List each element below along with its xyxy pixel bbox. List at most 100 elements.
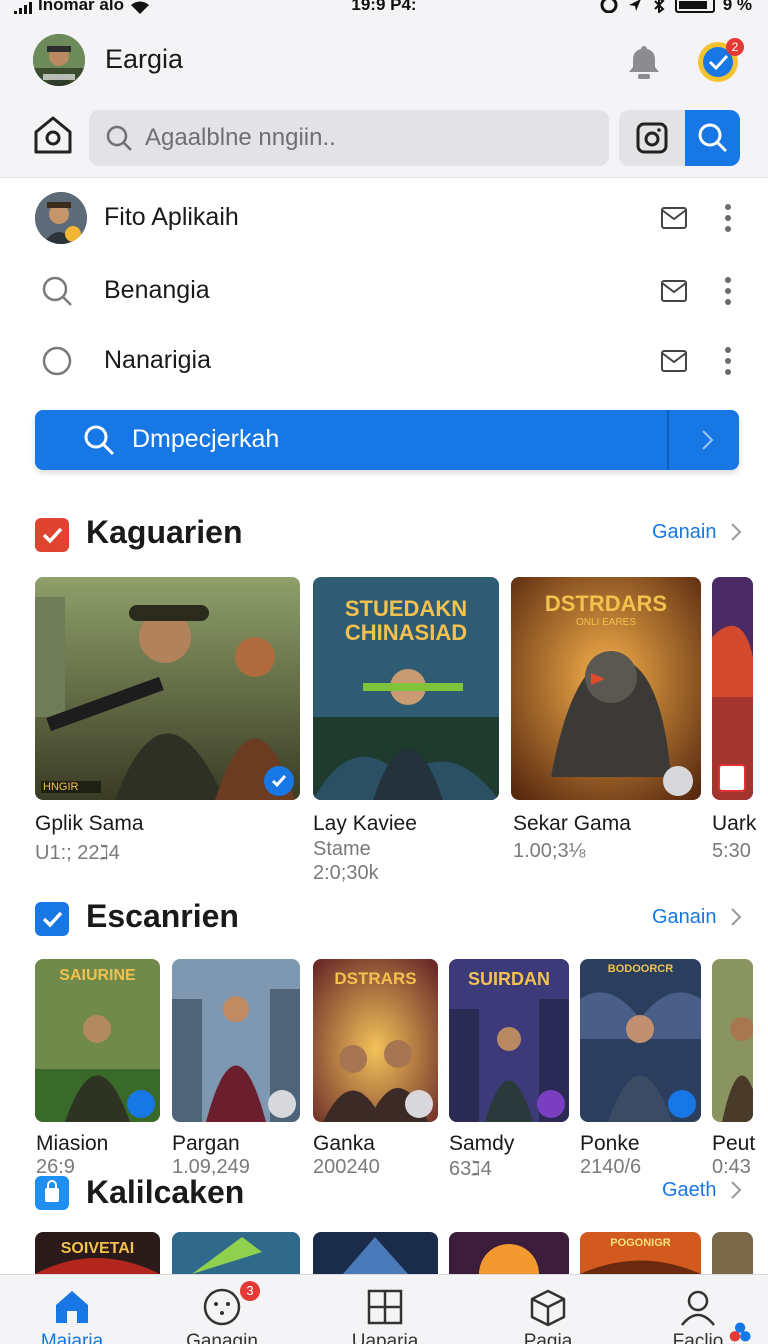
nav-item-profile[interactable]: Faclio	[638, 1275, 758, 1344]
mail-icon[interactable]	[660, 348, 688, 374]
game-title: Uark	[712, 812, 757, 835]
mail-icon[interactable]	[660, 278, 688, 304]
search-submit-button[interactable]	[685, 110, 740, 166]
home-icon	[56, 1291, 88, 1323]
chevron-right-icon[interactable]	[729, 907, 743, 927]
game-title: Samdy	[449, 1132, 515, 1155]
at-icon	[600, 0, 618, 13]
bluetooth-icon	[653, 0, 665, 13]
chevron-right-icon[interactable]	[729, 522, 743, 542]
notification-button[interactable]: 2	[696, 38, 744, 84]
more-vertical-icon[interactable]	[720, 201, 736, 235]
circle-icon	[42, 346, 72, 376]
verified-badge-icon	[264, 766, 294, 796]
verified-badge-icon	[668, 1090, 696, 1118]
primary-search-button[interactable]: Dmpecjerkah	[35, 410, 739, 470]
game-title: Pargan	[172, 1132, 240, 1155]
more-vertical-icon[interactable]	[720, 344, 736, 378]
nav-label: Uaparia	[351, 1331, 419, 1344]
status-bar: Inomar alo 19:9 P4: 9 %	[0, 0, 768, 15]
game-title: Gplik Sama	[35, 812, 144, 835]
game-cover[interactable]: SUIRDAN	[449, 959, 569, 1122]
chevron-right-icon[interactable]	[729, 1180, 743, 1200]
primary-action-label: Dmpecjerkah	[132, 425, 280, 453]
cover-text: DSTRARS	[334, 969, 417, 988]
game-title: Ponke	[580, 1132, 640, 1155]
list-item[interactable]: Fito Aplikaih	[0, 183, 768, 253]
cover-text: STUEDAKN CHINASIAD	[344, 596, 468, 645]
more-badge-icon	[405, 1090, 433, 1118]
nav-label: Maiaria	[40, 1331, 104, 1344]
nav-label: Pagia	[523, 1331, 573, 1344]
game-cover[interactable]: SAIURINE	[35, 959, 160, 1122]
game-cover[interactable]: BODOORCR	[580, 959, 701, 1122]
search-icon	[42, 276, 72, 306]
cover-text: SAIURINE	[59, 967, 136, 984]
section-check-icon	[35, 902, 69, 936]
section-see-all-link[interactable]: Ganain	[652, 521, 717, 544]
location-icon	[628, 0, 641, 11]
nav-item-apps[interactable]: Uaparia	[325, 1275, 445, 1344]
user-icon	[681, 1290, 715, 1326]
game-cover[interactable]: HNGIR	[35, 577, 300, 800]
section-title: Kaguarien	[86, 514, 243, 550]
profile-avatar[interactable]	[33, 34, 85, 86]
cover-text: BODOORCR	[607, 963, 674, 975]
section-title: Kalilcaken	[86, 1174, 245, 1210]
game-meta: 5:30	[712, 840, 751, 862]
nav-label: Ganagin	[186, 1331, 258, 1344]
section-see-all-link[interactable]: Ganain	[652, 906, 717, 929]
game-cover[interactable]: DSTRDARS ONLI EARES	[511, 577, 701, 800]
search-icon	[84, 425, 115, 456]
grid-icon	[367, 1289, 403, 1325]
nav-item-home[interactable]: Maiaria	[12, 1275, 132, 1344]
home-icon[interactable]	[32, 114, 74, 156]
search-icon	[698, 123, 728, 153]
game-badge-icon	[537, 1090, 565, 1118]
search-icon	[106, 125, 132, 151]
game-cover[interactable]	[172, 1232, 300, 1274]
list-item[interactable]: Benangia	[0, 256, 768, 326]
game-cover[interactable]	[313, 1232, 438, 1274]
nav-item-packages[interactable]: Pagia	[488, 1275, 608, 1344]
list-item[interactable]: Nanarigia	[0, 326, 768, 396]
game-cover[interactable]	[449, 1232, 569, 1274]
game-cover[interactable]	[172, 959, 300, 1122]
verified-badge-icon	[127, 1090, 155, 1118]
mail-icon[interactable]	[660, 205, 688, 231]
avatar	[35, 192, 87, 244]
nav-item-games[interactable]: 3 Ganagin	[162, 1275, 282, 1344]
game-cover[interactable]: DSTRARS	[313, 959, 438, 1122]
section-bag-icon	[35, 1176, 69, 1210]
cover-text: POGONIGR	[610, 1237, 671, 1249]
cover-subtext: ONLI EARES	[575, 617, 637, 628]
camera-button[interactable]	[619, 110, 685, 166]
game-meta: Stame	[313, 838, 371, 860]
game-meta: U1:; 22ℷ4	[35, 842, 120, 864]
cover-text: SOIVETAI	[60, 1240, 135, 1257]
game-meta: 63ℷ4	[449, 1158, 492, 1180]
list-item-label: Nanarigia	[104, 346, 212, 374]
chevron-right-icon[interactable]	[695, 428, 719, 452]
game-cover[interactable]: POGONIGR	[580, 1232, 701, 1274]
camera-icon	[636, 122, 668, 154]
bell-icon[interactable]	[624, 42, 664, 82]
nav-badge: 3	[240, 1281, 260, 1301]
section-see-all-link[interactable]: Gaeth	[662, 1179, 716, 1202]
cover-text: SUIRDAN	[467, 969, 550, 989]
section-title: Escanrien	[86, 898, 239, 934]
more-vertical-icon[interactable]	[720, 274, 736, 308]
search-bar[interactable]	[89, 110, 609, 166]
more-badge-icon	[663, 766, 693, 796]
game-title: Ganka	[313, 1132, 375, 1155]
game-cover[interactable]: STUEDAKN CHINASIAD	[313, 577, 499, 800]
game-meta: 200240	[313, 1156, 380, 1178]
search-input[interactable]	[145, 110, 595, 166]
status-right: 9 %	[599, 0, 752, 15]
game-cover[interactable]	[712, 959, 753, 1122]
box-icon	[530, 1289, 566, 1327]
game-cover[interactable]	[712, 1232, 753, 1274]
gamepad-icon	[203, 1288, 241, 1326]
game-cover[interactable]: SOIVETAI	[35, 1232, 160, 1274]
game-cover[interactable]	[712, 577, 753, 800]
